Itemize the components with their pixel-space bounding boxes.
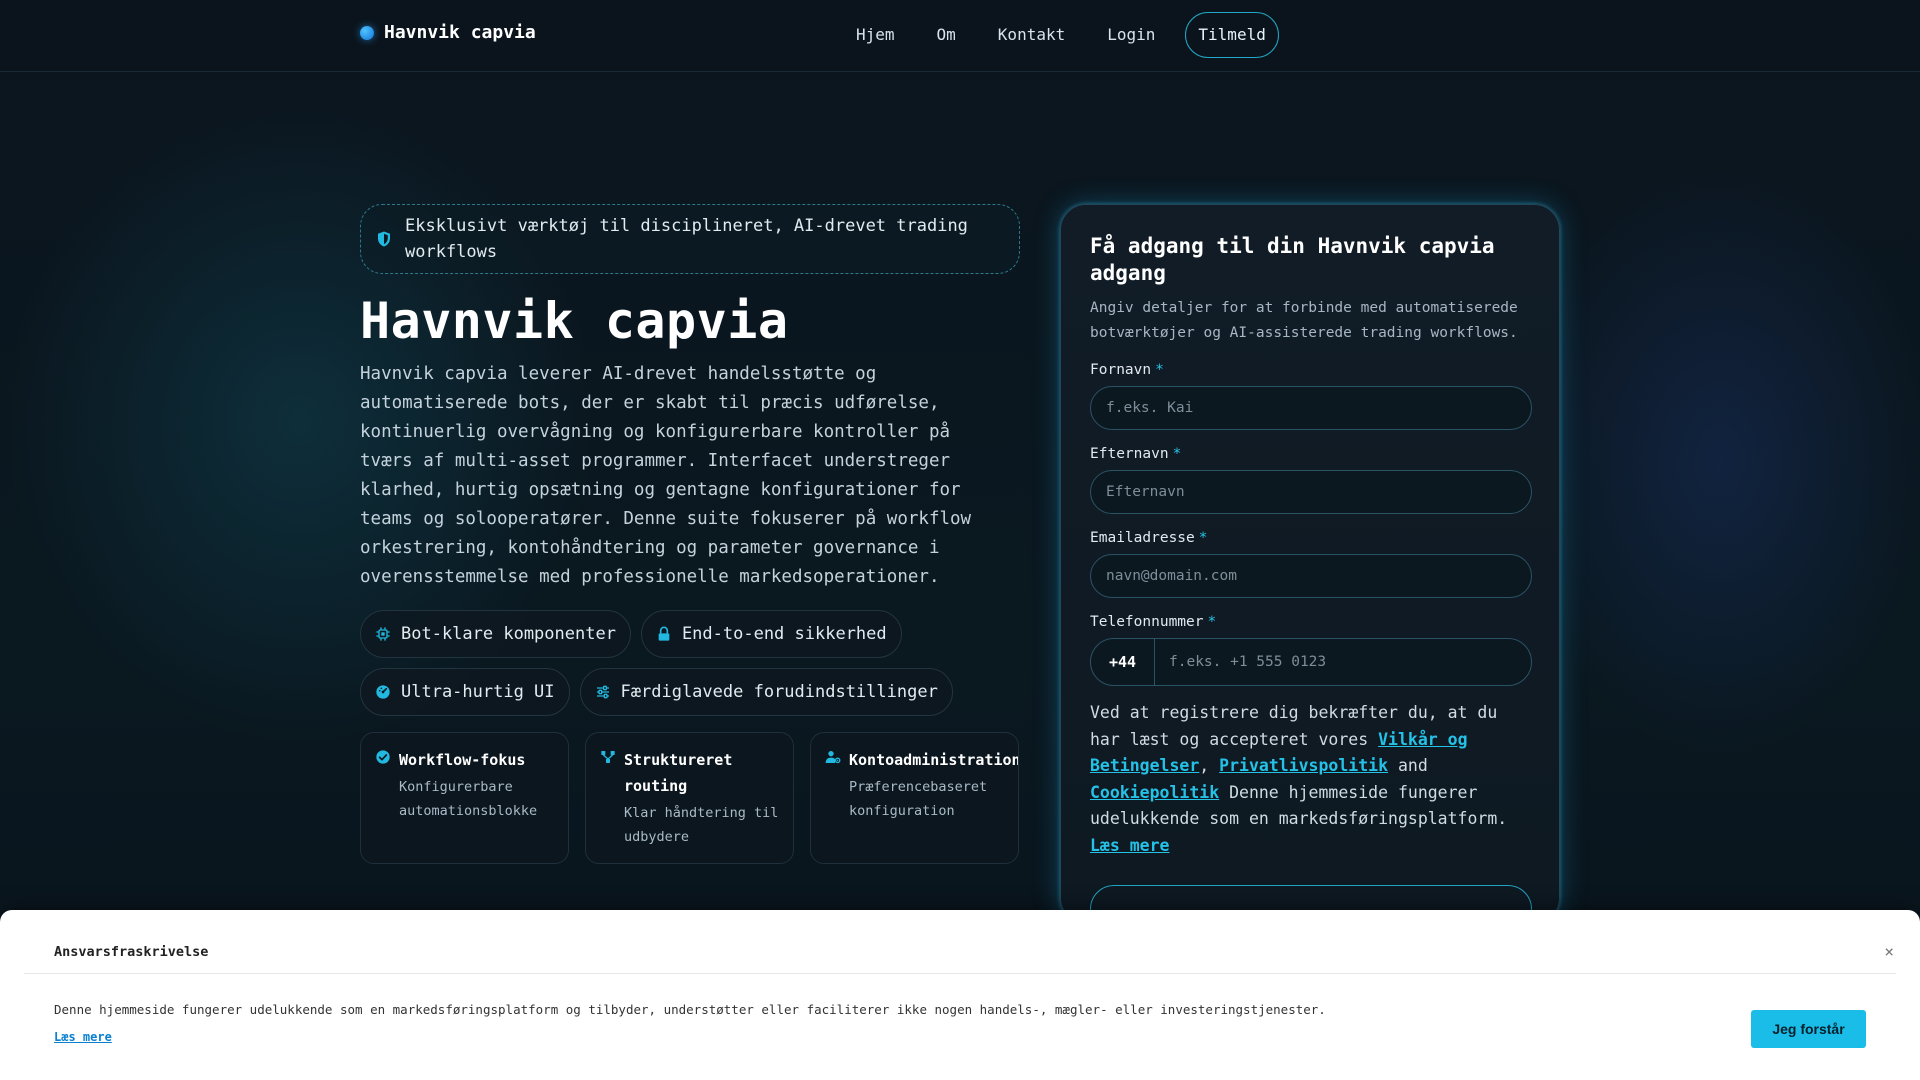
feature-chips: Bot-klare komponenter End-to-end sikkerh…: [360, 610, 1020, 716]
nav-link-login[interactable]: Login: [1086, 12, 1176, 58]
label-text: Telefonnummer: [1090, 614, 1204, 630]
accept-disclaimer-button[interactable]: Jeg forstår: [1751, 1010, 1866, 1048]
phone-input[interactable]: [1155, 639, 1531, 685]
consent-separator: ,: [1199, 756, 1220, 775]
feature-card-workflow: Workflow-fokus Konfigurerbare automation…: [360, 732, 569, 864]
chip-label: Ultra-hurtig UI: [401, 682, 555, 702]
top-navigation: Havnvik capvia Hjem Om Kontakt Login Til…: [0, 0, 1920, 72]
check-circle-icon: [376, 750, 390, 764]
feature-title: Struktureret routing: [624, 751, 733, 795]
hero-title: Havnvik capvia: [360, 292, 789, 350]
chip-presets: Færdiglavede forudindstillinger: [579, 668, 953, 716]
feature-body: Klar håndtering til udbydere: [624, 805, 779, 845]
lock-icon: [658, 626, 670, 641]
required-marker: *: [1172, 446, 1182, 462]
email-label: Emailadresse *: [1090, 530, 1530, 546]
banner-body: Denne hjemmeside fungerer udelukkende so…: [54, 1002, 1326, 1017]
feature-title: Kontoadministration: [849, 751, 1019, 769]
privacy-link[interactable]: Privatlivspolitik: [1219, 756, 1388, 775]
chip-security: End-to-end sikkerhed: [640, 610, 902, 658]
chip-label: Bot-klare komponenter: [401, 624, 616, 644]
hero-tagline: Eksklusivt værktøj til disciplineret, AI…: [360, 204, 1020, 274]
required-marker: *: [1207, 614, 1217, 630]
required-marker: *: [1155, 362, 1164, 378]
feature-card-account: Kontoadministration Præferencebaseret ko…: [810, 732, 1019, 864]
nav-link-kontakt[interactable]: Kontakt: [977, 12, 1086, 58]
label-text: Emailadresse: [1090, 530, 1195, 546]
disclaimer-banner: Ansvarsfraskrivelse × Denne hjemmeside f…: [0, 910, 1920, 1080]
signup-nav-button[interactable]: Tilmeld: [1185, 12, 1279, 58]
feature-body: Præferencebaseret konfiguration: [849, 779, 988, 819]
form-title: Få adgang til din Havnvik capvia adgang: [1090, 234, 1495, 285]
sliders-icon: [596, 685, 609, 699]
email-input[interactable]: [1090, 554, 1532, 598]
phone-country-code[interactable]: +44: [1091, 639, 1155, 685]
phone-label: Telefonnummer *: [1090, 614, 1530, 630]
hero-section: Eksklusivt værktøj til disciplineret, AI…: [360, 204, 1020, 864]
banner-read-more-link[interactable]: Læs mere: [54, 1030, 112, 1044]
nav-link-hjem[interactable]: Hjem: [835, 12, 916, 58]
brand[interactable]: Havnvik capvia: [360, 22, 536, 43]
chip-bot-ready: Bot-klare komponenter: [360, 610, 631, 658]
hero-description: Havnvik capvia leverer AI-drevet handels…: [360, 364, 972, 587]
feature-body: Konfigurerbare automationsblokke: [399, 779, 538, 819]
banner-title: Ansvarsfraskrivelse: [54, 944, 209, 960]
label-text: Fornavn: [1090, 362, 1152, 378]
feature-card-routing: Struktureret routing Klar håndtering til…: [585, 732, 794, 864]
chip-fast-ui: Ultra-hurtig UI: [360, 668, 570, 716]
signup-form-card: Få adgang til din Havnvik capvia adgang …: [1060, 204, 1560, 933]
read-more-link[interactable]: Læs mere: [1090, 836, 1169, 855]
form-subtitle: Angiv detaljer for at forbinde med autom…: [1090, 300, 1518, 341]
label-text: Efternavn: [1090, 446, 1169, 462]
feature-title: Workflow-fokus: [399, 751, 526, 769]
required-marker: *: [1198, 530, 1208, 546]
brand-logo-icon: [360, 25, 374, 40]
tagline-text: Eksklusivt værktøj til disciplineret, AI…: [405, 216, 968, 262]
first-name-input[interactable]: [1090, 386, 1532, 430]
chip-icon: [376, 627, 390, 641]
last-name-label: Efternavn *: [1090, 446, 1530, 462]
cookie-policy-link[interactable]: Cookiepolitik: [1090, 783, 1219, 802]
close-icon[interactable]: ×: [1884, 942, 1894, 961]
chip-label: Færdiglavede forudindstillinger: [620, 682, 938, 702]
shield-icon: [378, 231, 390, 247]
phone-field: +44: [1090, 638, 1532, 686]
nav-links: Hjem Om Kontakt Login Tilmeld: [835, 12, 1279, 58]
user-gear-icon: [825, 751, 841, 764]
consent-text: Ved at registrere dig bekræfter du, at d…: [1090, 700, 1530, 859]
first-name-label: Fornavn *: [1090, 362, 1530, 378]
routing-icon: [601, 751, 615, 763]
last-name-input[interactable]: [1090, 470, 1532, 514]
chip-label: End-to-end sikkerhed: [681, 624, 887, 644]
nav-link-om[interactable]: Om: [916, 12, 977, 58]
banner-header: [24, 910, 1896, 974]
feature-cards: Workflow-fokus Konfigurerbare automation…: [360, 732, 1020, 864]
consent-separator: and: [1388, 756, 1428, 775]
brand-name: Havnvik capvia: [384, 22, 536, 43]
gauge-icon: [376, 685, 390, 699]
